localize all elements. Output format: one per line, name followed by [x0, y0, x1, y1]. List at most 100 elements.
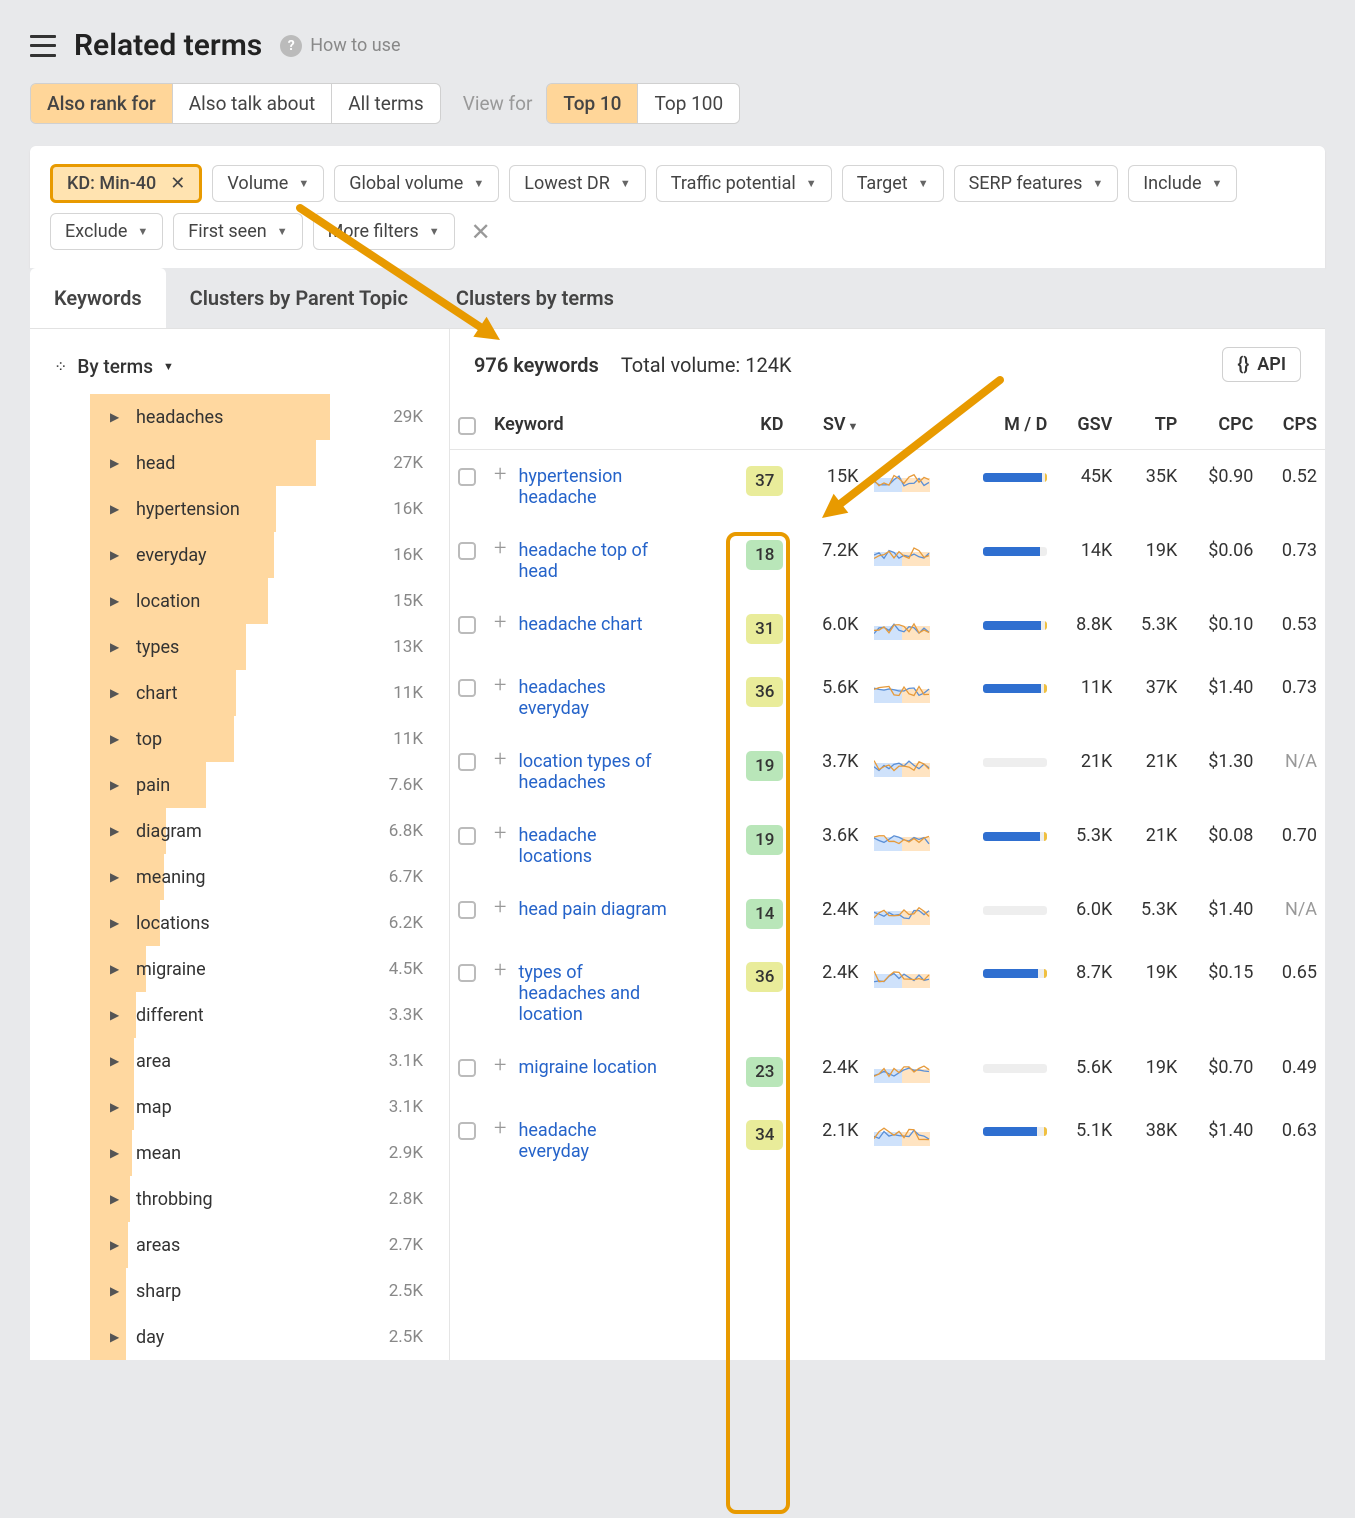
keyword-link[interactable]: hypertension headache [518, 466, 668, 508]
sidebar-term[interactable]: ▶ area 3.1K [30, 1038, 449, 1084]
keyword-link[interactable]: headache chart [518, 614, 642, 635]
expand-row-icon[interactable]: + [494, 1057, 506, 1075]
sidebar-term[interactable]: ▶ day 2.5K [30, 1314, 449, 1360]
clear-filters-icon[interactable]: ✕ [465, 218, 497, 246]
keyword-link[interactable]: headaches everyday [518, 677, 668, 719]
tp-value: 19K [1120, 1041, 1185, 1104]
expand-row-icon[interactable]: + [494, 540, 506, 558]
sidebar-term[interactable]: ▶ hypertension 16K [30, 486, 449, 532]
trend-sparkline [866, 598, 956, 661]
filter-first-seen[interactable]: First seen▼ [173, 213, 302, 250]
tab-top-10[interactable]: Top 10 [547, 84, 638, 123]
filter-target[interactable]: Target▼ [842, 165, 944, 202]
subtab-clusters-terms[interactable]: Clusters by terms [432, 268, 638, 328]
sidebar-term[interactable]: ▶ location 15K [30, 578, 449, 624]
expand-row-icon[interactable]: + [494, 1120, 506, 1138]
filter-volume[interactable]: Volume▼ [212, 165, 324, 202]
sidebar-term[interactable]: ▶ top 11K [30, 716, 449, 762]
expand-row-icon[interactable]: + [494, 677, 506, 695]
filter-kd[interactable]: KD: Min-40 ✕ [50, 164, 202, 203]
sv-value: 3.6K [801, 809, 866, 883]
tab-all-terms[interactable]: All terms [332, 84, 440, 123]
sidebar-term[interactable]: ▶ chart 11K [30, 670, 449, 716]
sidebar-term[interactable]: ▶ diagram 6.8K [30, 808, 449, 854]
sidebar-term[interactable]: ▶ locations 6.2K [30, 900, 449, 946]
sidebar-term[interactable]: ▶ throbbing 2.8K [30, 1176, 449, 1222]
cps-value: 0.65 [1261, 946, 1325, 1041]
expand-row-icon[interactable]: + [494, 614, 506, 632]
kd-badge: 19 [746, 751, 783, 781]
sidebar-term[interactable]: ▶ meaning 6.7K [30, 854, 449, 900]
keyword-link[interactable]: headache top of head [518, 540, 668, 582]
row-checkbox[interactable] [458, 753, 476, 771]
api-button[interactable]: {} API [1222, 347, 1301, 382]
col-sv[interactable]: SV▼ [801, 400, 866, 450]
cpc-value: $0.06 [1185, 524, 1261, 598]
report-tabs: Also rank for Also talk about All terms [30, 83, 441, 124]
sidebar-term[interactable]: ▶ pain 7.6K [30, 762, 449, 808]
col-md[interactable]: M / D [956, 400, 1055, 450]
sidebar-term[interactable]: ▶ migraine 4.5K [30, 946, 449, 992]
expand-row-icon[interactable]: + [494, 751, 506, 769]
sidebar-term[interactable]: ▶ areas 2.7K [30, 1222, 449, 1268]
cpc-value: $0.08 [1185, 809, 1261, 883]
sidebar-term[interactable]: ▶ types 13K [30, 624, 449, 670]
keyword-link[interactable]: headache locations [518, 825, 668, 867]
col-gsv[interactable]: GSV [1055, 400, 1120, 450]
filter-include[interactable]: Include▼ [1128, 165, 1237, 202]
how-to-use[interactable]: ? How to use [280, 35, 400, 57]
sidebar-term[interactable]: ▶ everyday 16K [30, 532, 449, 578]
col-keyword[interactable]: Keyword [486, 400, 723, 450]
tab-also-rank-for[interactable]: Also rank for [31, 84, 173, 123]
expand-row-icon[interactable]: + [494, 825, 506, 843]
expand-row-icon[interactable]: + [494, 899, 506, 917]
row-checkbox[interactable] [458, 901, 476, 919]
tab-also-talk-about[interactable]: Also talk about [173, 84, 332, 123]
subtab-clusters-parent[interactable]: Clusters by Parent Topic [166, 268, 432, 328]
col-cps[interactable]: CPS [1261, 400, 1325, 450]
trend-sparkline [866, 1104, 956, 1178]
sidebar-term[interactable]: ▶ head 27K [30, 440, 449, 486]
sidebar-term[interactable]: ▶ different 3.3K [30, 992, 449, 1038]
filter-exclude[interactable]: Exclude▼ [50, 213, 163, 250]
filter-traffic-potential[interactable]: Traffic potential▼ [656, 165, 832, 202]
sidebar-term[interactable]: ▶ sharp 2.5K [30, 1268, 449, 1314]
sidebar-term[interactable]: ▶ headaches 29K [30, 394, 449, 440]
row-checkbox[interactable] [458, 542, 476, 560]
row-checkbox[interactable] [458, 468, 476, 486]
col-kd[interactable]: KD [723, 400, 802, 450]
filter-kd-clear-icon[interactable]: ✕ [166, 173, 189, 194]
row-checkbox[interactable] [458, 964, 476, 982]
tp-value: 19K [1120, 946, 1185, 1041]
row-checkbox[interactable] [458, 1059, 476, 1077]
hamburger-icon[interactable] [30, 35, 56, 57]
keyword-link[interactable]: migraine location [518, 1057, 656, 1078]
filter-lowest-dr[interactable]: Lowest DR▼ [509, 165, 645, 202]
filter-global-volume[interactable]: Global volume▼ [334, 165, 499, 202]
md-bar [956, 809, 1055, 883]
row-checkbox[interactable] [458, 616, 476, 634]
row-checkbox[interactable] [458, 827, 476, 845]
expand-row-icon[interactable]: + [494, 962, 506, 980]
table-row: +hypertension headache 37 15K 45K 35K $0… [450, 450, 1325, 525]
filter-serp-features[interactable]: SERP features▼ [954, 165, 1119, 202]
row-checkbox[interactable] [458, 1122, 476, 1140]
row-checkbox[interactable] [458, 679, 476, 697]
help-icon: ? [280, 35, 302, 57]
filter-more[interactable]: More filters▼ [313, 213, 455, 250]
select-all-checkbox[interactable] [458, 417, 476, 435]
tab-top-100[interactable]: Top 100 [638, 84, 739, 123]
col-cpc[interactable]: CPC [1185, 400, 1261, 450]
sidebar-term[interactable]: ▶ mean 2.9K [30, 1130, 449, 1176]
keyword-link[interactable]: types of headaches and location [518, 962, 668, 1025]
cps-value: N/A [1261, 735, 1325, 809]
gsv-value: 45K [1055, 450, 1120, 525]
keyword-link[interactable]: location types of headaches [518, 751, 668, 793]
keyword-link[interactable]: head pain diagram [518, 899, 666, 920]
sidebar-term[interactable]: ▶ map 3.1K [30, 1084, 449, 1130]
by-terms-selector[interactable]: ⁘ By terms ▼ [30, 345, 449, 394]
subtab-keywords[interactable]: Keywords [30, 268, 166, 328]
expand-row-icon[interactable]: + [494, 466, 506, 484]
col-tp[interactable]: TP [1120, 400, 1185, 450]
keyword-link[interactable]: headache everyday [518, 1120, 668, 1162]
